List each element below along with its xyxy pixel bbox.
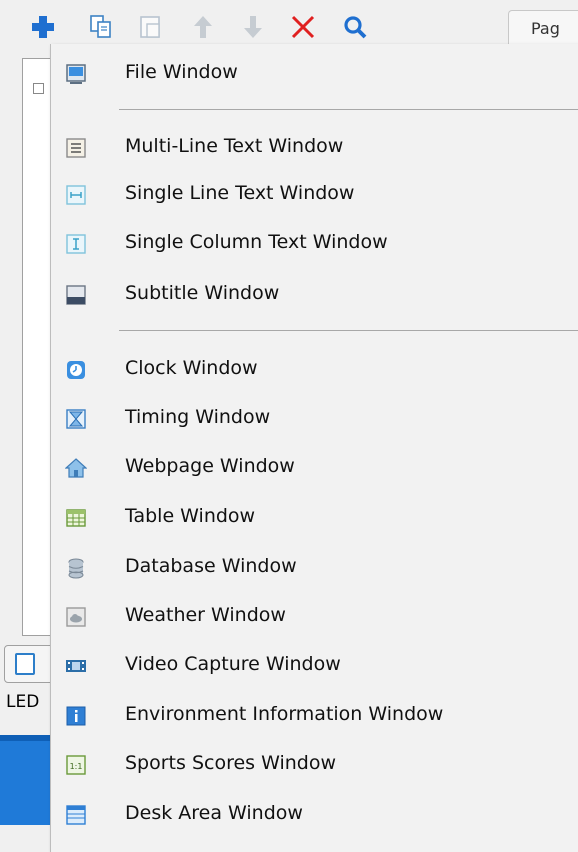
move-up-icon[interactable] xyxy=(190,14,216,40)
copy-icon[interactable] xyxy=(88,14,114,40)
tree-expand-icon[interactable] xyxy=(33,83,44,94)
single-column-text-icon xyxy=(66,234,86,254)
menu-separator xyxy=(119,109,578,110)
panel-button[interactable] xyxy=(4,645,54,683)
multi-line-text-icon xyxy=(66,138,86,158)
menu-item-file-window[interactable]: File Window xyxy=(51,50,578,98)
menu-item-clock[interactable]: Clock Window xyxy=(51,346,578,394)
delete-icon[interactable] xyxy=(290,14,316,40)
film-icon xyxy=(66,660,86,672)
single-line-text-icon xyxy=(66,185,86,205)
menu-item-subtitle[interactable]: Subtitle Window xyxy=(51,271,578,319)
clock-icon xyxy=(67,361,85,379)
menu-item-multi-line-text[interactable]: Multi-Line Text Window xyxy=(51,124,578,172)
add-window-menu: File Window Multi-Line Text Window Singl… xyxy=(50,44,578,852)
add-icon[interactable] xyxy=(30,14,56,40)
document-icon xyxy=(15,653,35,675)
menu-item-database[interactable]: Database Window xyxy=(51,544,578,592)
menu-item-single-line-text[interactable]: Single Line Text Window xyxy=(51,171,578,219)
database-icon xyxy=(68,558,84,579)
tab-page[interactable]: Pag xyxy=(508,10,578,44)
paste-icon[interactable] xyxy=(138,14,164,40)
move-down-icon[interactable] xyxy=(240,14,266,40)
desk-area-icon xyxy=(66,805,86,825)
hourglass-icon xyxy=(66,409,86,429)
info-icon xyxy=(66,706,86,726)
home-icon xyxy=(65,458,87,478)
menu-separator xyxy=(119,330,578,331)
menu-item-desk-area[interactable]: Desk Area Window xyxy=(51,791,578,839)
cloud-icon xyxy=(66,607,86,627)
menu-item-video-capture[interactable]: Video Capture Window xyxy=(51,642,578,690)
status-bar-edge xyxy=(0,735,50,741)
subtitle-icon xyxy=(66,285,86,305)
svg-text:1:1: 1:1 xyxy=(70,762,83,771)
menu-item-webpage[interactable]: Webpage Window xyxy=(51,444,578,492)
toolbar: Pag xyxy=(0,0,578,44)
led-label: LED xyxy=(6,692,40,712)
search-icon[interactable] xyxy=(342,14,368,40)
menu-item-sports-scores[interactable]: 1:1 Sports Scores Window xyxy=(51,741,578,789)
menu-item-weather[interactable]: Weather Window xyxy=(51,593,578,641)
score-icon: 1:1 xyxy=(66,755,86,775)
file-window-icon xyxy=(66,64,86,84)
menu-item-single-column-text[interactable]: Single Column Text Window xyxy=(51,220,578,268)
table-icon xyxy=(66,509,86,527)
menu-item-timing[interactable]: Timing Window xyxy=(51,395,578,443)
status-bar xyxy=(0,735,50,825)
menu-item-environment-info[interactable]: Environment Information Window xyxy=(51,692,578,740)
menu-item-table[interactable]: Table Window xyxy=(51,494,578,542)
